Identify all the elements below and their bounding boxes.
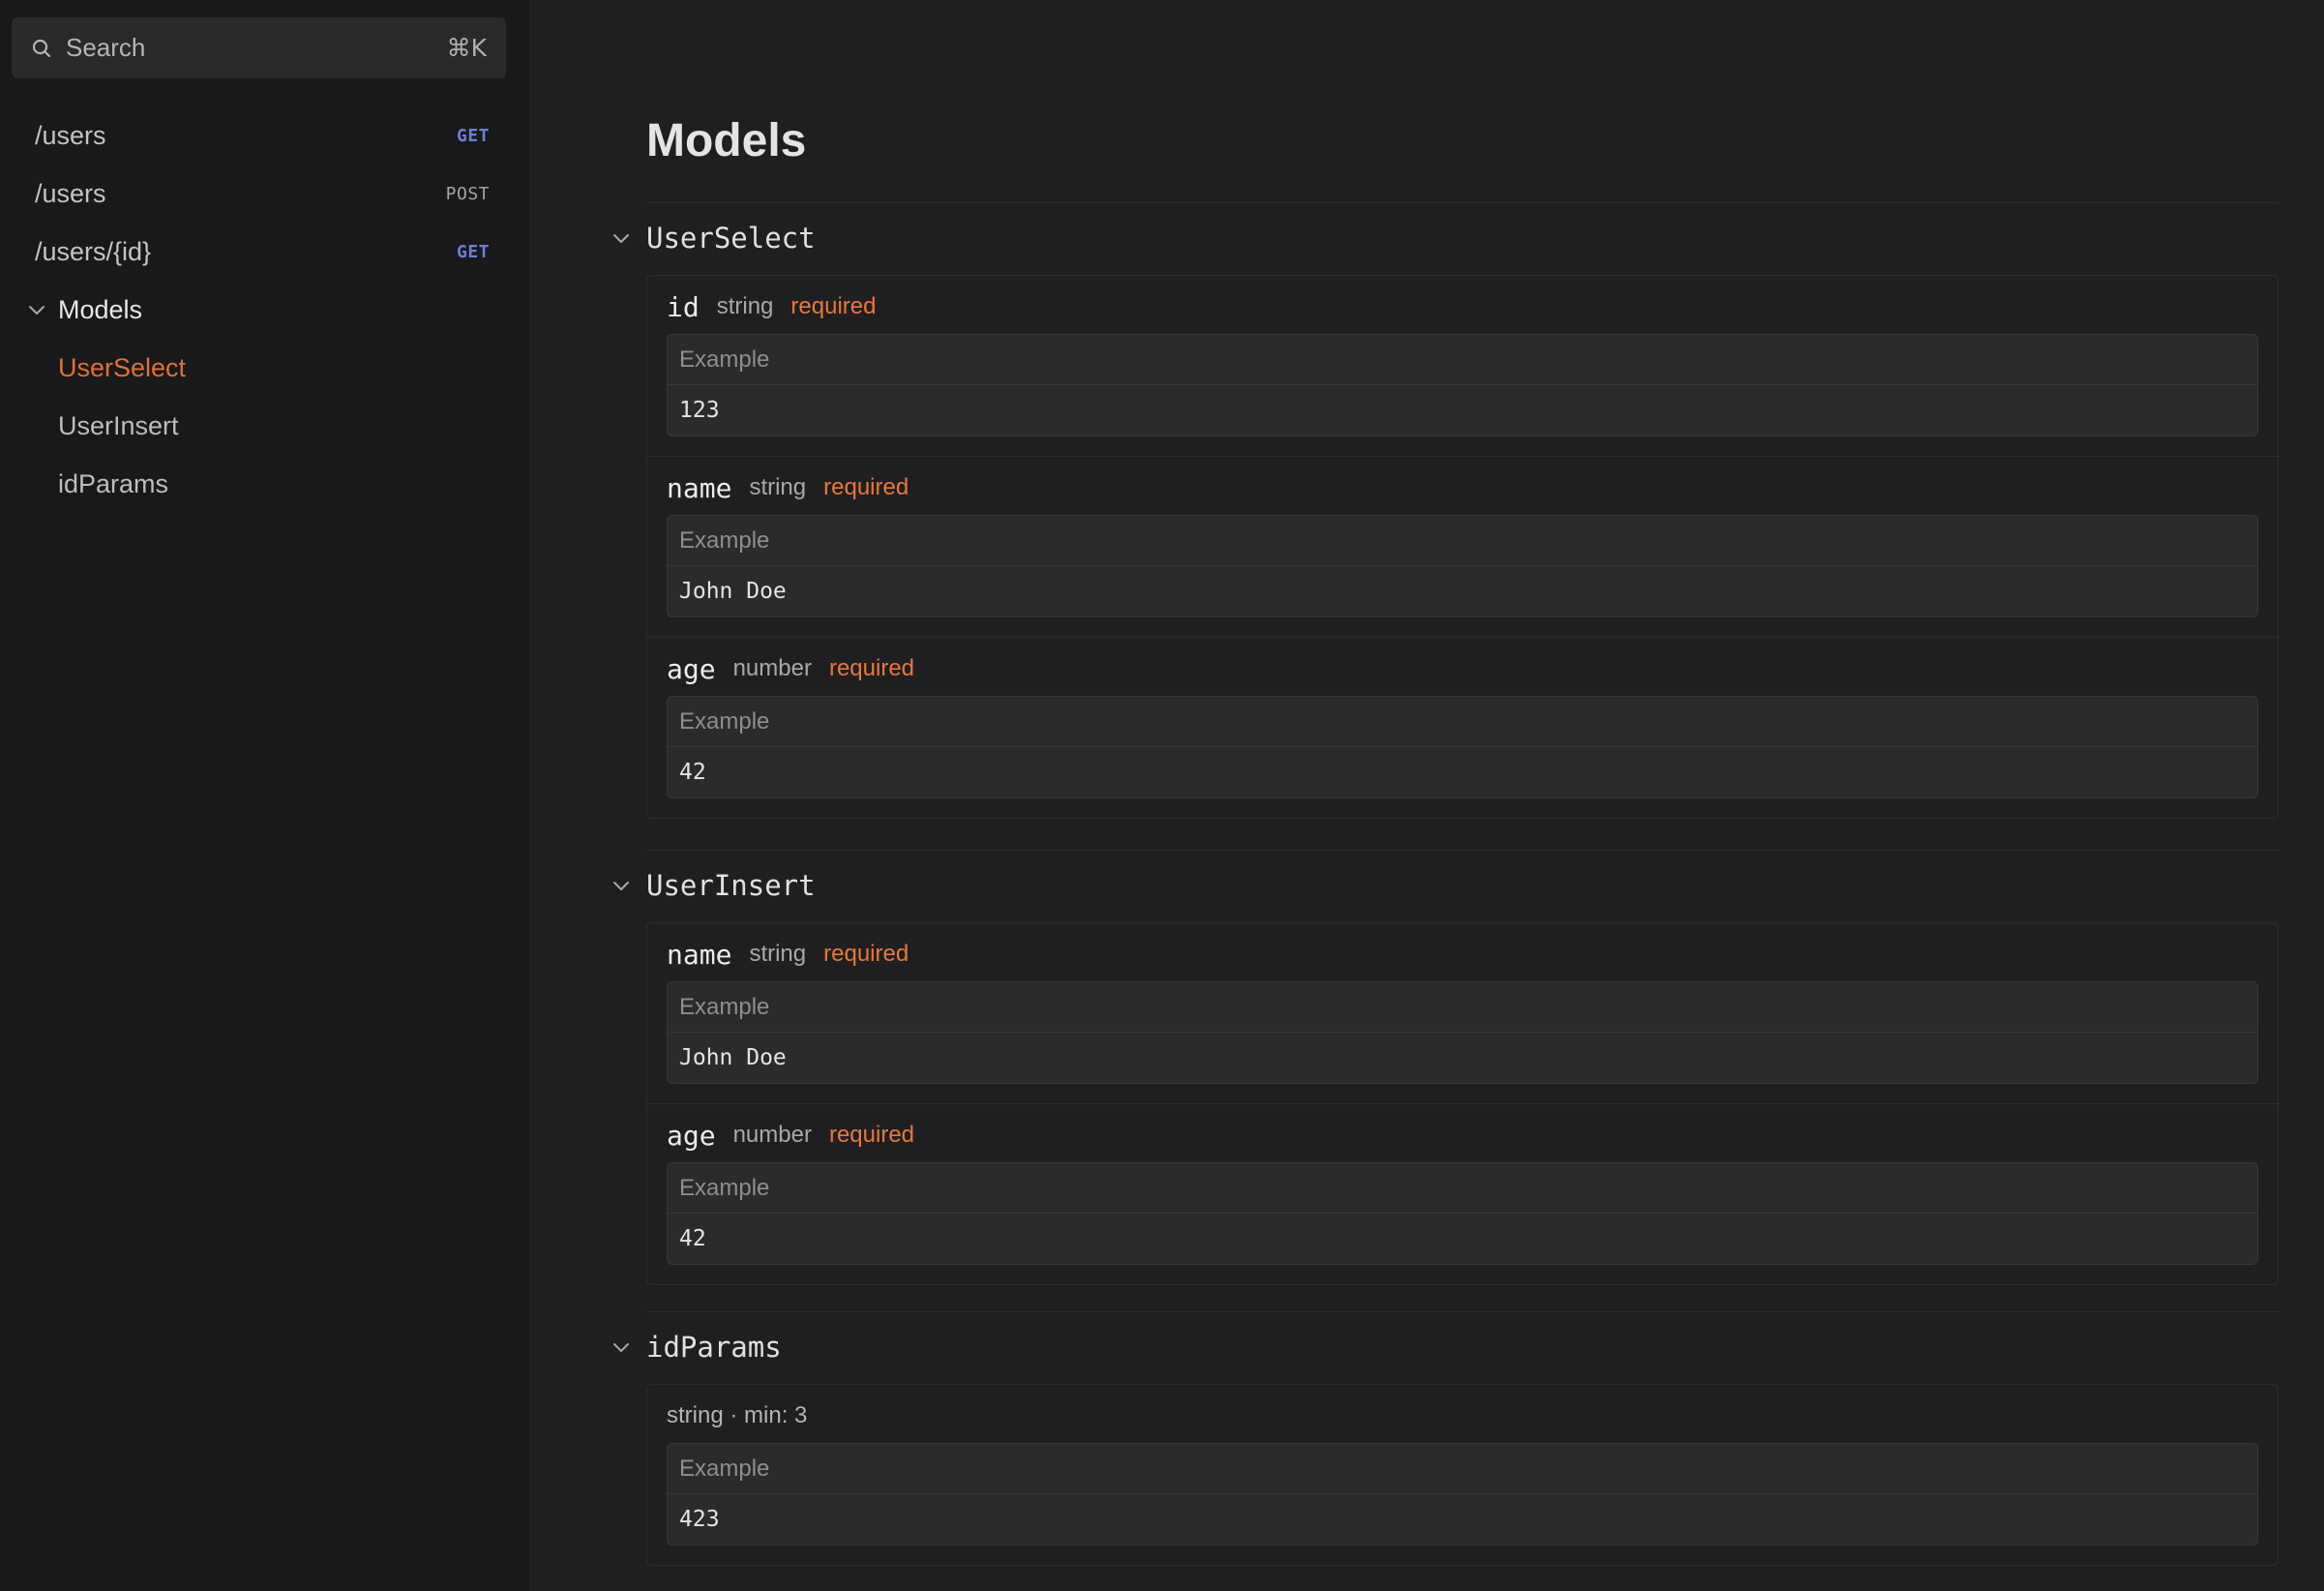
field-type: number xyxy=(732,655,812,681)
chevron-down-icon xyxy=(613,234,629,243)
model-header-userinsert[interactable]: UserInsert xyxy=(610,869,816,902)
field-row: string · min: 3 Example 423 xyxy=(647,1385,2278,1565)
sidebar-item-idparams[interactable]: idParams xyxy=(0,455,530,513)
divider xyxy=(646,850,2279,851)
method-badge: POST xyxy=(445,183,490,204)
model-card-idparams: string · min: 3 Example 423 xyxy=(646,1384,2279,1566)
example-label: Example xyxy=(668,1163,2257,1214)
chevron-down-icon xyxy=(29,306,45,315)
example-box: Example John Doe xyxy=(667,981,2258,1084)
field-row: age number required Example 42 xyxy=(647,1104,2278,1284)
field-row: age number required Example 42 xyxy=(647,638,2278,818)
field-name: id xyxy=(667,290,700,323)
required-badge: required xyxy=(828,655,915,681)
example-label: Example xyxy=(668,335,2257,385)
sidebar-item-label: UserSelect xyxy=(58,352,187,382)
sidebar-item-get-user-by-id[interactable]: /users/{id} GET xyxy=(0,223,530,281)
field-type: number xyxy=(732,1122,812,1148)
example-box: Example 123 xyxy=(667,334,2258,436)
model-card-userselect: id string required Example 123 name stri… xyxy=(646,275,2279,819)
sidebar-item-userinsert[interactable]: UserInsert xyxy=(0,397,530,455)
field-row: name string required Example John Doe xyxy=(647,457,2278,638)
example-value[interactable]: 42 xyxy=(668,1214,2257,1264)
field-name: name xyxy=(667,471,732,504)
field-description: string · min: 3 xyxy=(667,1402,808,1428)
method-badge: GET xyxy=(456,241,490,262)
route-path: /users/{id} xyxy=(35,236,152,266)
field-row: name string required Example John Doe xyxy=(647,923,2278,1104)
route-path: /users xyxy=(35,120,106,150)
model-name: UserSelect xyxy=(646,222,816,255)
divider xyxy=(646,202,2279,203)
example-value[interactable]: 423 xyxy=(668,1494,2257,1545)
example-label: Example xyxy=(668,982,2257,1033)
page-title: Models xyxy=(646,115,807,166)
field-type: string xyxy=(749,474,807,500)
example-label: Example xyxy=(668,516,2257,566)
route-path: /users xyxy=(35,178,106,208)
model-card-userinsert: name string required Example John Doe ag… xyxy=(646,922,2279,1285)
method-badge: GET xyxy=(456,125,490,146)
search-button[interactable]: Search ⌘K xyxy=(12,17,506,78)
field-type: string xyxy=(749,941,807,967)
field-row: id string required Example 123 xyxy=(647,276,2278,457)
field-name: name xyxy=(667,938,732,971)
field-name: age xyxy=(667,1119,716,1152)
main-content: Models UserSelect id string required Exa… xyxy=(530,0,2324,1591)
example-box: Example 423 xyxy=(667,1443,2258,1546)
chevron-down-icon xyxy=(613,1343,629,1352)
example-box: Example John Doe xyxy=(667,515,2258,617)
required-badge: required xyxy=(828,1122,915,1148)
sidebar-item-userselect[interactable]: UserSelect xyxy=(0,339,530,397)
search-label: Search xyxy=(66,33,146,62)
required-badge: required xyxy=(823,941,909,967)
example-value[interactable]: John Doe xyxy=(668,1033,2257,1083)
sidebar: Search ⌘K /users GET /users POST /users/… xyxy=(0,0,530,1591)
model-header-userselect[interactable]: UserSelect xyxy=(610,222,816,255)
search-icon xyxy=(32,39,51,57)
search-shortcut: ⌘K xyxy=(446,34,487,62)
example-value[interactable]: 42 xyxy=(668,747,2257,797)
example-box: Example 42 xyxy=(667,696,2258,798)
example-label: Example xyxy=(668,697,2257,747)
model-header-idparams[interactable]: idParams xyxy=(610,1331,782,1364)
field-name: age xyxy=(667,652,716,685)
divider xyxy=(646,1311,2279,1312)
sidebar-group-models[interactable]: Models xyxy=(0,281,530,339)
example-box: Example 42 xyxy=(667,1162,2258,1265)
model-name: idParams xyxy=(646,1331,782,1364)
sidebar-item-get-users[interactable]: /users GET xyxy=(0,106,530,165)
sidebar-item-post-users[interactable]: /users POST xyxy=(0,165,530,223)
required-badge: required xyxy=(790,293,877,319)
sidebar-item-label: idParams xyxy=(58,468,169,498)
sidebar-item-label: UserInsert xyxy=(58,410,179,440)
example-label: Example xyxy=(668,1444,2257,1494)
model-name: UserInsert xyxy=(646,869,816,902)
field-type: string xyxy=(716,293,774,319)
chevron-down-icon xyxy=(613,882,629,890)
example-value[interactable]: John Doe xyxy=(668,566,2257,616)
example-value[interactable]: 123 xyxy=(668,385,2257,435)
sidebar-group-label: Models xyxy=(58,294,143,324)
sidebar-nav: /users GET /users POST /users/{id} GET M… xyxy=(0,106,530,513)
required-badge: required xyxy=(823,474,909,500)
